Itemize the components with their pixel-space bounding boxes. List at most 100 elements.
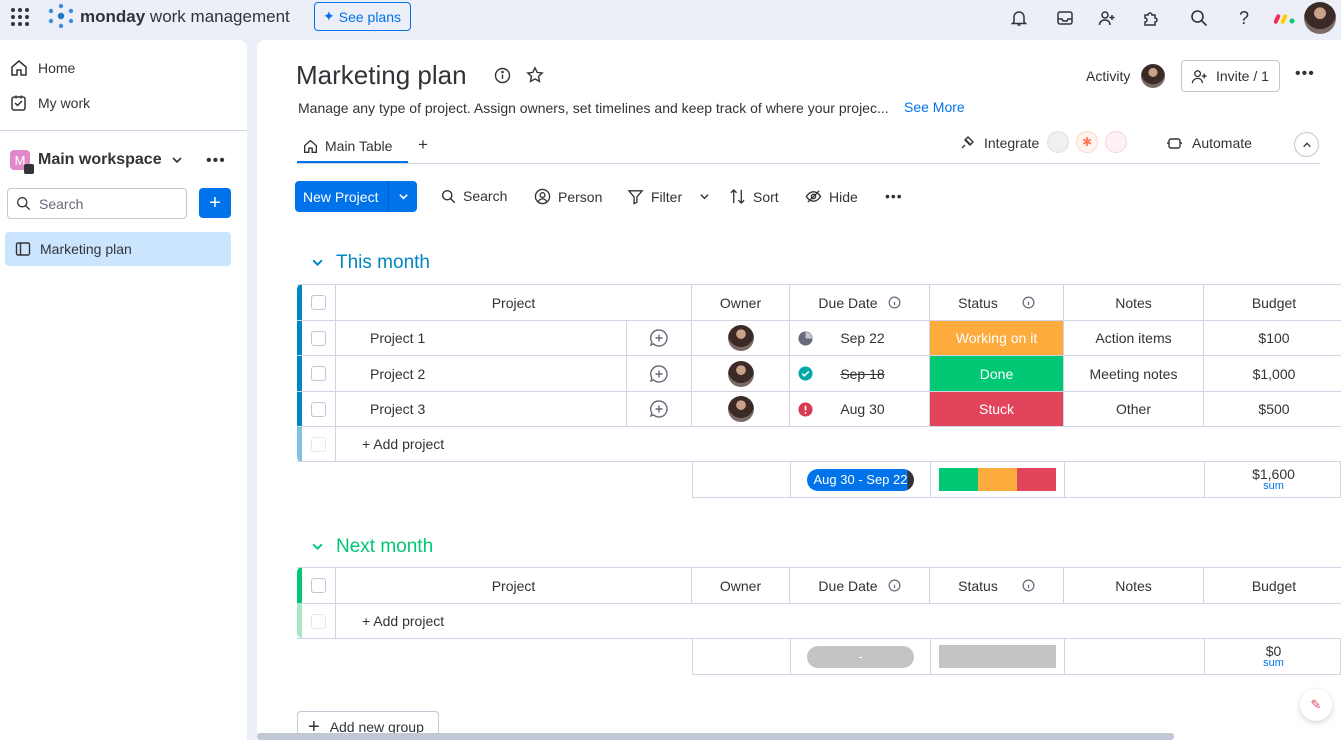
board-more-icon[interactable]: ••• — [1295, 65, 1315, 83]
due-date-cell[interactable]: Sep 22 — [790, 321, 930, 355]
workspace-more-icon[interactable]: ••• — [206, 152, 226, 170]
inbox-icon[interactable] — [1053, 6, 1077, 30]
row-checkbox[interactable] — [311, 366, 326, 381]
status-cell[interactable]: Stuck — [930, 392, 1064, 426]
add-view-button[interactable]: + — [418, 135, 428, 155]
project-name[interactable]: Project 1 — [336, 321, 627, 355]
notifications-bell-icon[interactable] — [1007, 6, 1031, 30]
budget-cell[interactable]: $500 — [1204, 392, 1341, 426]
column-header-due-date[interactable]: Due Date — [790, 568, 930, 603]
column-header-owner[interactable]: Owner — [692, 285, 790, 320]
info-icon[interactable] — [888, 579, 901, 592]
chevron-down-icon[interactable] — [171, 154, 183, 166]
automate-button[interactable]: Automate — [1166, 135, 1252, 151]
sidebar-add-button[interactable]: + — [199, 188, 231, 218]
group-title-next-month[interactable]: Next month — [336, 536, 433, 558]
add-row[interactable]: + Add project — [297, 604, 1341, 639]
add-row[interactable]: + Add project — [297, 427, 1341, 462]
integrations-puzzle-icon[interactable] — [1139, 6, 1163, 30]
help-icon[interactable]: ? — [1232, 6, 1256, 30]
tab-main-table[interactable]: Main Table — [297, 130, 398, 162]
add-update-icon[interactable] — [627, 321, 692, 355]
select-all-checkbox[interactable] — [311, 295, 326, 310]
table-row[interactable]: Project 2 Sep 18 Done Meeting notes $1,0… — [297, 356, 1341, 392]
table-row[interactable]: Project 1 Sep 22 Working on it Action it… — [297, 321, 1341, 356]
activity-button[interactable]: Activity — [1086, 68, 1130, 84]
select-all-checkbox[interactable] — [311, 578, 326, 593]
add-project-button[interactable]: + Add project — [336, 604, 1341, 638]
notes-cell[interactable]: Other — [1064, 392, 1204, 426]
toolbar-more-icon[interactable]: ••• — [885, 188, 903, 204]
row-checkbox[interactable] — [311, 401, 326, 417]
page-title[interactable]: Marketing plan — [296, 60, 467, 91]
due-date-cell[interactable]: Aug 30 — [790, 392, 930, 426]
done-check-icon — [798, 366, 813, 381]
column-header-due-date[interactable]: Due Date — [790, 285, 930, 320]
info-icon[interactable] — [1022, 579, 1035, 592]
filter-button[interactable]: Filter — [627, 188, 710, 205]
table-row[interactable]: Project 3 Aug 30 Stuck Other $500 — [297, 392, 1341, 427]
info-icon[interactable] — [494, 67, 511, 84]
notes-cell[interactable]: Meeting notes — [1064, 356, 1204, 391]
monday-products-icon[interactable] — [1273, 6, 1297, 30]
see-more-link[interactable]: See More — [904, 99, 965, 115]
horizontal-scrollbar[interactable] — [257, 733, 1174, 740]
project-name[interactable]: Project 3 — [336, 392, 627, 426]
status-cell[interactable]: Working on it — [930, 321, 1064, 355]
favorite-star-icon[interactable] — [526, 66, 544, 84]
column-header-status[interactable]: Status — [930, 568, 1064, 603]
new-project-button[interactable]: New Project — [295, 181, 417, 212]
add-project-button[interactable]: + Add project — [336, 427, 1341, 461]
add-update-icon[interactable] — [627, 356, 692, 391]
status-summary[interactable] — [931, 639, 1065, 674]
owner-avatar[interactable] — [727, 396, 754, 422]
column-header-notes[interactable]: Notes — [1064, 568, 1204, 603]
budget-cell[interactable]: $100 — [1204, 321, 1341, 355]
notes-cell[interactable]: Action items — [1064, 321, 1204, 355]
see-plans-button[interactable]: ✦ See plans — [314, 2, 411, 31]
group-collapse-chevron-icon[interactable] — [311, 256, 324, 269]
project-name[interactable]: Project 2 — [336, 356, 627, 391]
group-collapse-chevron-icon[interactable] — [311, 540, 324, 553]
integrate-button[interactable]: Integrate — [959, 135, 1039, 151]
sidebar-search-input[interactable]: Search — [7, 188, 187, 219]
search-icon[interactable] — [1187, 6, 1211, 30]
ai-assistant-icon[interactable]: ✎ — [1300, 689, 1332, 721]
chevron-down-icon[interactable] — [699, 191, 710, 202]
chevron-down-icon[interactable] — [389, 191, 417, 202]
status-cell[interactable]: Done — [930, 356, 1064, 391]
timeline-summary[interactable]: - — [807, 645, 914, 668]
column-header-owner[interactable]: Owner — [692, 568, 790, 603]
info-icon[interactable] — [1022, 296, 1035, 309]
search-button[interactable]: Search — [441, 188, 507, 204]
info-icon[interactable] — [888, 296, 901, 309]
status-summary[interactable] — [931, 462, 1065, 497]
timeline-summary[interactable]: Aug 30 - Sep 22 — [807, 468, 914, 491]
owner-avatar[interactable] — [727, 325, 754, 351]
sidebar-item-home[interactable]: Home — [10, 59, 75, 77]
workspace-name[interactable]: Main workspace — [38, 151, 162, 169]
collapse-header-button[interactable] — [1294, 132, 1319, 157]
invite-members-icon[interactable] — [1095, 6, 1119, 30]
column-header-budget[interactable]: Budget — [1204, 285, 1341, 320]
column-header-notes[interactable]: Notes — [1064, 285, 1204, 320]
row-checkbox[interactable] — [311, 330, 326, 346]
column-header-budget[interactable]: Budget — [1204, 568, 1341, 603]
budget-cell[interactable]: $1,000 — [1204, 356, 1341, 391]
sidebar-item-my-work[interactable]: My work — [10, 94, 90, 112]
due-date-cell[interactable]: Sep 18 — [790, 356, 930, 391]
eye-hide-icon — [805, 190, 822, 203]
group-title-this-month[interactable]: This month — [336, 252, 430, 274]
owner-avatar[interactable] — [727, 360, 754, 387]
apps-grid-icon[interactable] — [10, 7, 30, 27]
sort-button[interactable]: Sort — [729, 188, 779, 205]
user-avatar[interactable] — [1304, 2, 1336, 34]
sidebar-item-marketing-plan[interactable]: Marketing plan — [5, 232, 231, 266]
hide-columns-button[interactable]: Hide — [805, 188, 858, 205]
invite-button[interactable]: Invite / 1 — [1181, 60, 1280, 92]
column-header-project[interactable]: Project — [336, 285, 692, 320]
person-filter-button[interactable]: Person — [534, 188, 602, 205]
column-header-project[interactable]: Project — [336, 568, 692, 603]
column-header-status[interactable]: Status — [930, 285, 1064, 320]
add-update-icon[interactable] — [627, 392, 692, 426]
